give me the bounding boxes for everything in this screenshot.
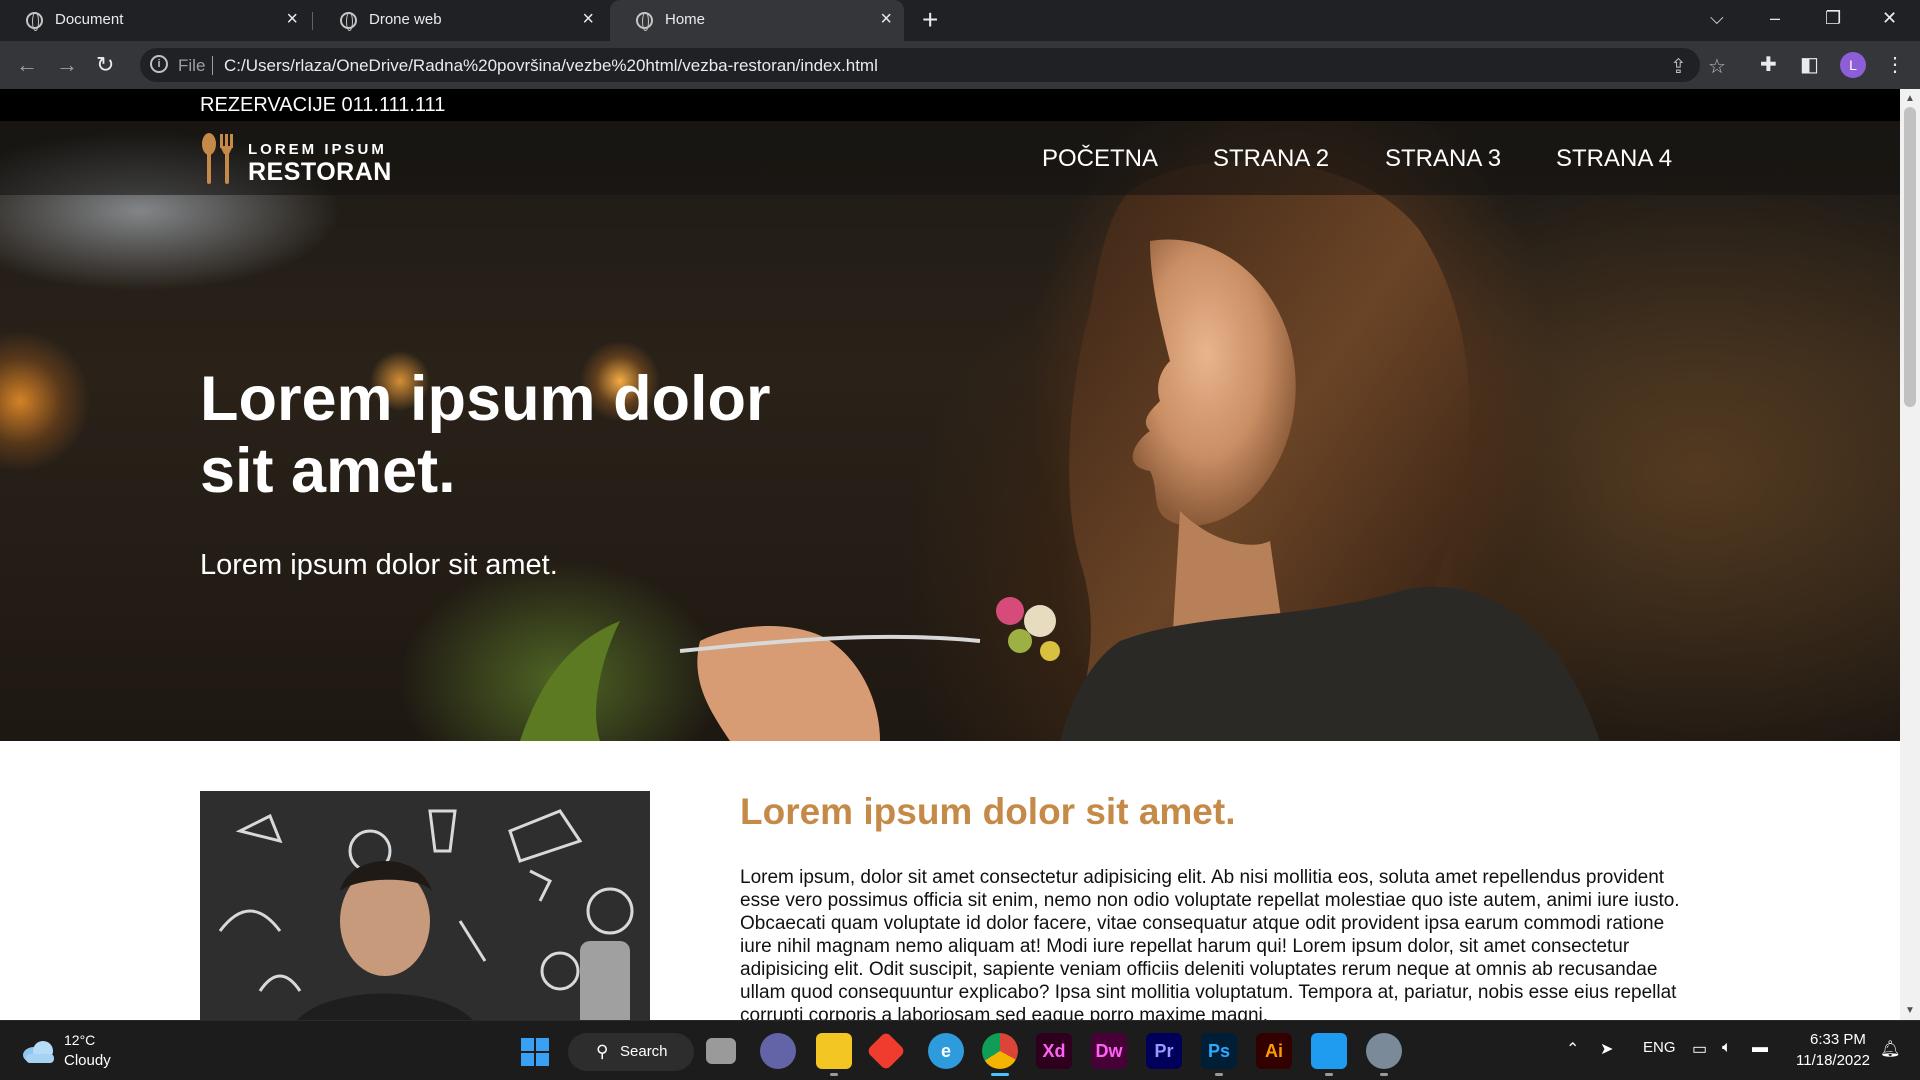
scroll-down-arrow-icon[interactable]: ▼ [1905,1005,1915,1016]
about-paragraph: Lorem ipsum, dolor sit amet consectetur … [740,867,1680,1020]
info-icon[interactable]: i [150,55,168,73]
windows-start-icon[interactable] [520,1037,550,1067]
active-app-indicator [991,1073,1009,1076]
about-title: Lorem ipsum dolor sit amet. [740,791,1236,832]
tray-chevron-up-icon[interactable]: ⌃ [1566,1039,1579,1059]
browser-toolbar: ← → ↻ i File C:/Users/rlaza/OneDrive/Rad… [0,41,1920,89]
address-bar[interactable]: i File C:/Users/rlaza/OneDrive/Radna%20p… [140,48,1726,82]
running-indicator [1325,1073,1333,1076]
settings-gear-icon[interactable] [1366,1033,1402,1069]
restore-icon[interactable]: ❐ [1825,6,1841,30]
clock-date[interactable]: 11/18/2022 [1796,1052,1870,1069]
new-tab-button[interactable]: + [922,6,938,34]
hero-subtitle: Lorem ipsum dolor sit amet. [200,549,558,581]
scroll-up-arrow-icon[interactable]: ▲ [1905,93,1915,104]
tab-title: Document [55,11,124,28]
search-label: Search [620,1043,668,1060]
teams-chat-icon[interactable] [760,1033,796,1069]
page-viewport: REZERVACIJE 011.111.111 LOREM IPSUM REST… [0,89,1900,1020]
nav-link-strana-2[interactable]: STRANA 2 [1213,145,1329,173]
language-indicator[interactable]: ENG [1643,1039,1676,1056]
globe-icon [26,12,43,31]
cloud-icon[interactable] [22,1039,56,1063]
chalkboard-doodles [200,791,650,1020]
network-icon[interactable]: ▭ [1692,1039,1707,1059]
hero-title: Lorem ipsum dolor sit amet. [200,364,771,506]
windows-taskbar: 12°C Cloudy ⚲ Search e Xd Dw Pr Ps Ai ⌃ … [0,1020,1920,1080]
tab-title: Home [665,11,706,28]
tab-search-chevron-icon[interactable]: ⌵ [1710,6,1724,30]
browser-tab-strip: Document × Drone web × Home × + ⌵ – ❐ ✕ [0,0,1920,41]
weather-temperature[interactable]: 12°C [64,1032,95,1048]
globe-icon [340,12,357,31]
scroll-thumb[interactable] [1904,107,1916,407]
nav-link-strana-4[interactable]: STRANA 4 [1556,145,1672,173]
logo-bottom-text: RESTORAN [248,158,392,186]
taskbar-search[interactable]: ⚲ Search [568,1033,694,1071]
hero-section: LOREM IPSUM RESTORAN POČETNA STRANA 2 ST… [0,121,1900,741]
profile-avatar[interactable]: L [1840,52,1866,78]
close-tab-icon[interactable]: × [286,9,298,29]
chef-photo [200,791,650,1020]
forward-icon[interactable]: → [56,51,78,79]
globe-icon [636,12,653,31]
bookmark-star-icon[interactable]: ☆ [1708,54,1726,79]
tab-drone-web[interactable]: Drone web × [314,0,606,41]
task-view-icon[interactable] [706,1038,736,1064]
tab-home[interactable]: Home × [610,0,904,41]
logo-top-text: LOREM IPSUM [248,141,387,158]
page-scrollbar[interactable]: ▲ ▼ [1900,89,1920,1020]
reservation-bar: REZERVACIJE 011.111.111 [0,89,1900,121]
clock-time[interactable]: 6:33 PM [1810,1031,1866,1048]
back-icon[interactable]: ← [16,51,38,79]
running-indicator [1215,1073,1223,1076]
nav-link-pocetna[interactable]: POČETNA [1042,145,1158,173]
tab-title: Drone web [369,11,442,28]
chrome-icon[interactable] [982,1033,1018,1069]
running-indicator [1380,1073,1388,1076]
git-app-icon[interactable] [866,1031,906,1071]
side-panel-icon[interactable]: ◧ [1800,51,1819,79]
extensions-icon[interactable]: ✚ [1760,51,1777,79]
menu-kebab-icon[interactable]: ⋮ [1885,51,1905,79]
weather-description[interactable]: Cloudy [64,1052,111,1069]
tab-document[interactable]: Document × [0,0,310,41]
tab-separator [312,12,313,30]
illustrator-icon[interactable]: Ai [1256,1033,1292,1069]
location-icon[interactable]: ➤ [1600,1039,1613,1059]
battery-icon[interactable]: ▬ [1752,1039,1768,1057]
edge-icon[interactable]: e [928,1033,964,1069]
running-indicator [830,1073,838,1076]
restaurant-logo[interactable]: LOREM IPSUM RESTORAN [200,132,410,186]
reservation-text: REZERVACIJE 011.111.111 [200,94,446,116]
reload-icon[interactable]: ↻ [96,51,114,79]
adobe-xd-icon[interactable]: Xd [1036,1033,1072,1069]
notifications-icon[interactable]: 🔔︎ [1880,1039,1900,1059]
minimize-icon[interactable]: – [1770,6,1780,30]
divider [212,56,213,75]
close-window-icon[interactable]: ✕ [1882,6,1897,30]
photoshop-icon[interactable]: Ps [1201,1033,1237,1069]
main-navigation: LOREM IPSUM RESTORAN POČETNA STRANA 2 ST… [0,121,1900,195]
spoon-fork-icon [202,133,233,184]
share-icon[interactable]: ⇪ [1670,54,1687,79]
close-tab-icon[interactable]: × [582,9,594,29]
scheme-label: File [178,56,206,75]
volume-icon[interactable]: 🔈︎ [1722,1039,1732,1057]
vscode-icon[interactable] [1311,1033,1347,1069]
premiere-icon[interactable]: Pr [1146,1033,1182,1069]
close-tab-icon[interactable]: × [880,9,892,29]
about-section: Lorem ipsum dolor sit amet. Lorem ipsum,… [0,741,1900,1020]
search-icon: ⚲ [596,1042,609,1061]
url-text[interactable]: C:/Users/rlaza/OneDrive/Radna%20površina… [224,56,878,76]
dreamweaver-icon[interactable]: Dw [1091,1033,1127,1069]
file-explorer-icon[interactable] [816,1033,852,1069]
nav-link-strana-3[interactable]: STRANA 3 [1385,145,1501,173]
